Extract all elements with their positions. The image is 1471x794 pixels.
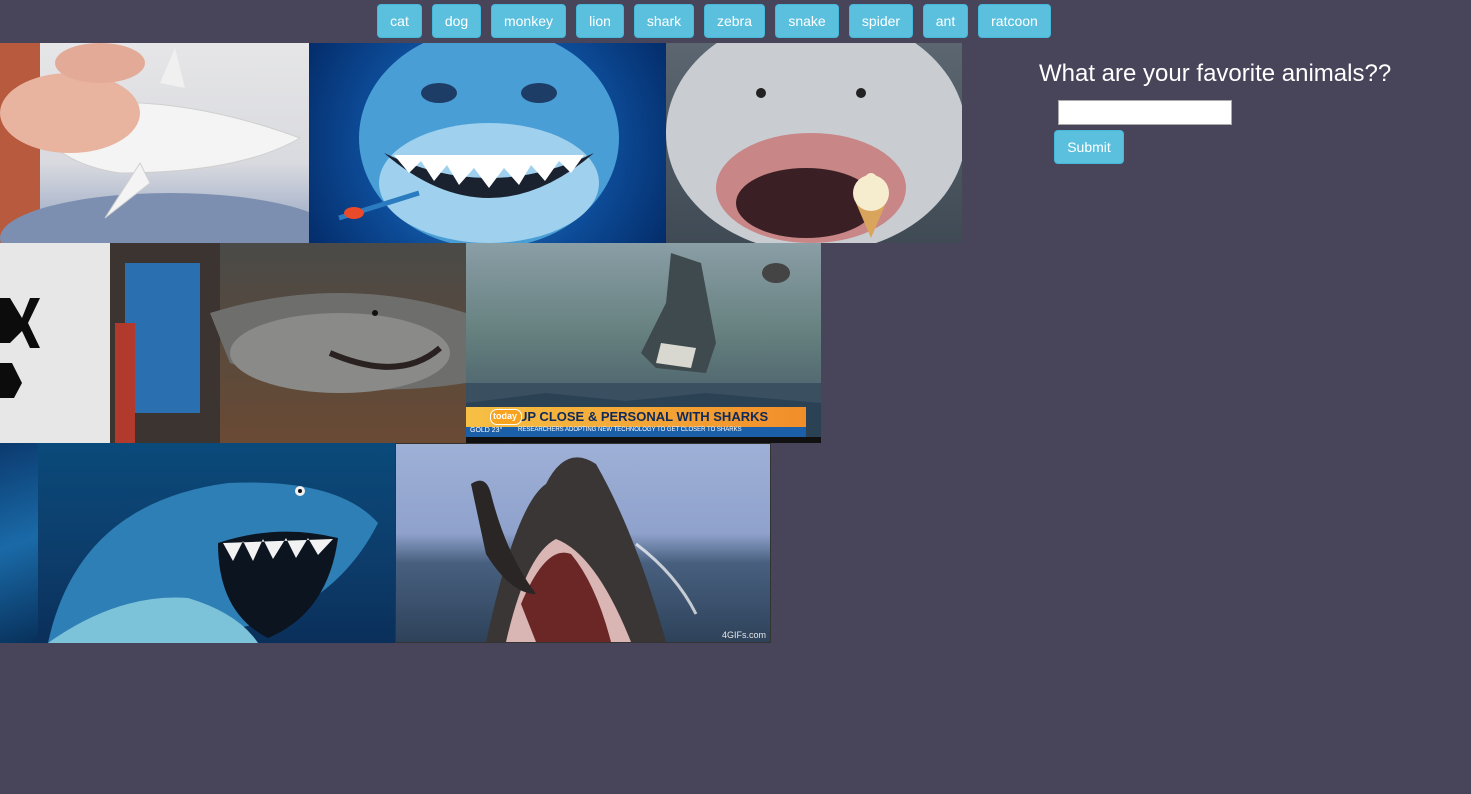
shark-gif-1[interactable] [0, 43, 309, 243]
animal-button-bar: cat dog monkey lion shark zebra snake sp… [0, 4, 1471, 38]
shark-gif-2[interactable] [309, 43, 666, 243]
animal-input[interactable] [1058, 100, 1232, 125]
animal-button-ant[interactable]: ant [923, 4, 968, 38]
animal-button-lion[interactable]: lion [576, 4, 624, 38]
shark-gif-9[interactable]: 4GIFs.com [395, 443, 771, 643]
submit-button[interactable]: Submit [1054, 130, 1124, 164]
shark-gif-5[interactable] [110, 243, 466, 443]
news-ticker: GOLD 23° [470, 427, 503, 434]
shark-gif-8-image [48, 482, 378, 643]
shark-gif-5-image [110, 243, 466, 443]
news-subbanner-text: RESEARCHERS ADOPTING NEW TECHNOLOGY TO G… [518, 427, 742, 433]
animal-button-snake[interactable]: snake [775, 4, 839, 38]
shark-gif-3[interactable] [666, 43, 962, 243]
news-shark-gif[interactable]: UP CLOSE & PERSONAL WITH SHARKS RESEARCH… [466, 243, 821, 443]
animal-button-dog[interactable]: dog [432, 4, 481, 38]
news-banner-title: UP CLOSE & PERSONAL WITH SHARKS [518, 409, 769, 424]
shark-gif-8[interactable] [38, 443, 395, 643]
water-gif[interactable] [0, 443, 38, 643]
animal-button-zebra[interactable]: zebra [704, 4, 765, 38]
animal-button-monkey[interactable]: monkey [491, 4, 566, 38]
animal-button-shark[interactable]: shark [634, 4, 694, 38]
shark-gif-9-image [471, 457, 698, 642]
today-logo: today [490, 409, 522, 425]
shark-gif-1-image [0, 43, 309, 243]
shark-text-gif-image [0, 298, 40, 398]
animal-button-cat[interactable]: cat [377, 4, 422, 38]
form-title: What are your favorite animals?? [1039, 60, 1392, 87]
gif-watermark: 4GIFs.com [721, 630, 766, 640]
news-subbanner: RESEARCHERS ADOPTING NEW TECHNOLOGY TO G… [466, 427, 806, 437]
today-logo-text: today [493, 411, 518, 421]
shark-gif-2-image [338, 43, 619, 243]
animal-button-spider[interactable]: spider [849, 4, 913, 38]
animal-button-ratcoon[interactable]: ratcoon [978, 4, 1051, 38]
animal-form: What are your favorite animals?? Submit [1039, 60, 1439, 164]
shark-gif-3-image [666, 43, 962, 243]
shark-text-gif[interactable] [0, 243, 110, 443]
